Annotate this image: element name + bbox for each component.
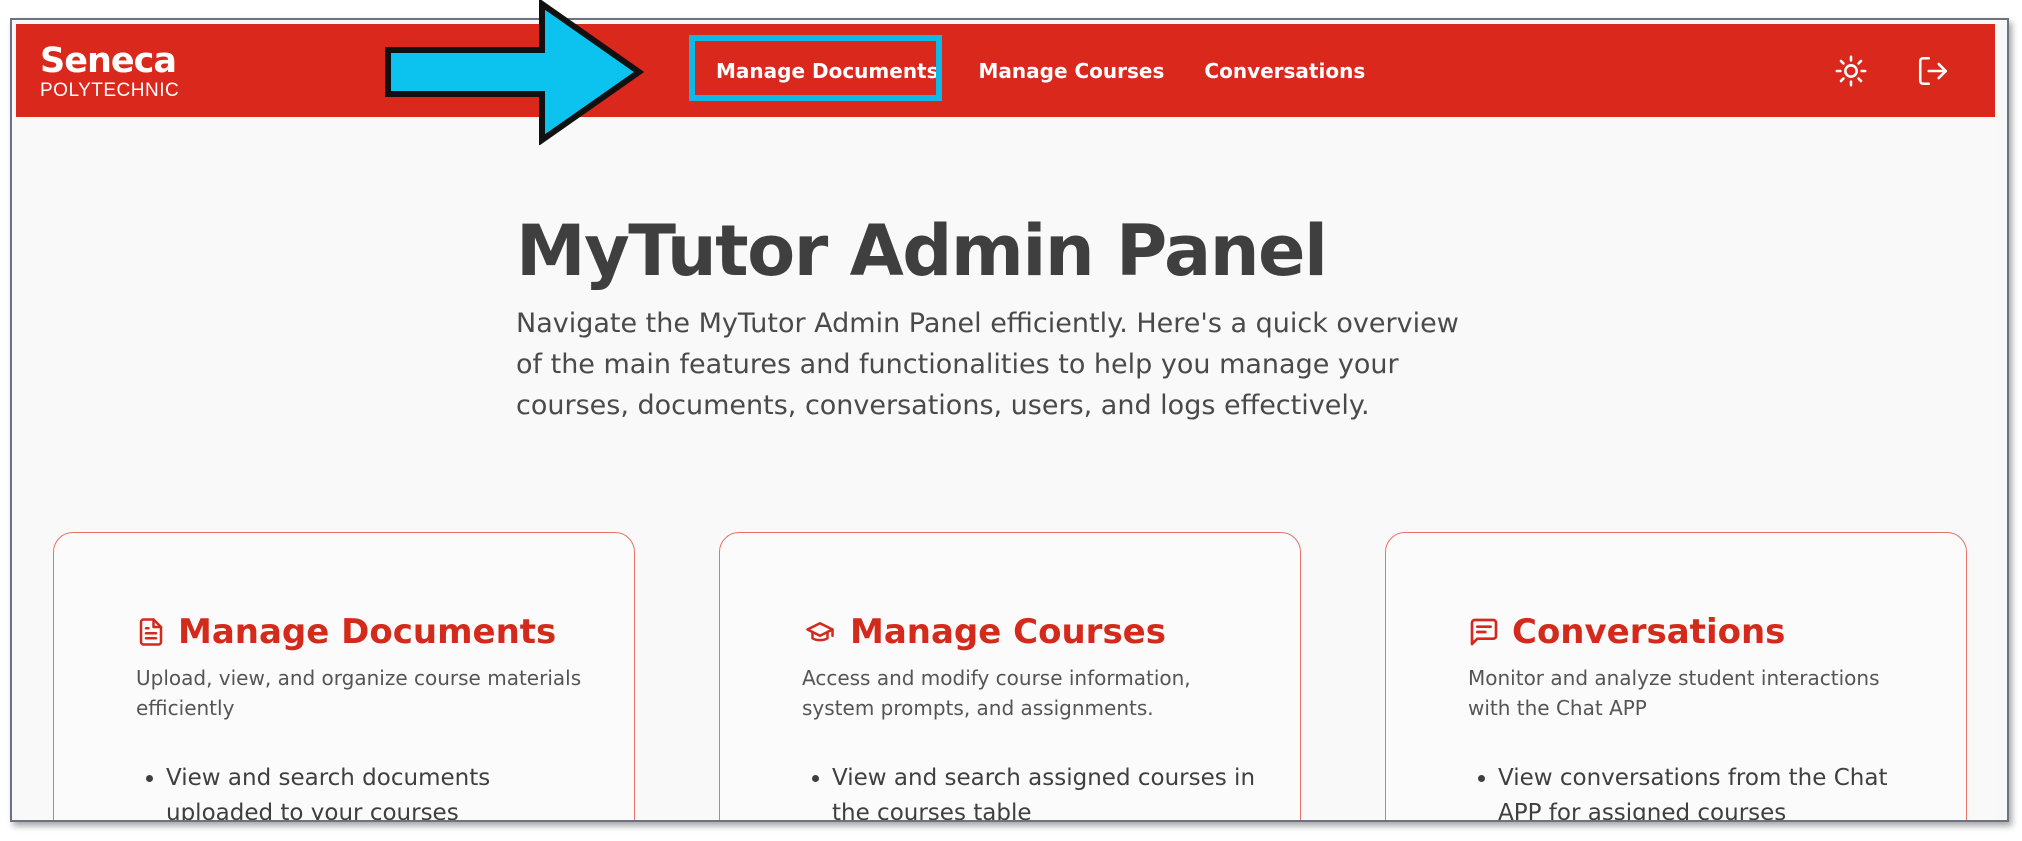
main-nav: Manage Documents Manage Courses Conversa… xyxy=(696,24,1385,117)
logo-sub-text: POLYTECHNIC xyxy=(40,80,180,101)
sun-icon xyxy=(1835,55,1867,86)
list-item: View and search assigned courses in the … xyxy=(832,761,1260,820)
card-title: Manage Documents xyxy=(136,615,594,649)
seneca-logo[interactable]: Seneca POLYTECHNIC xyxy=(40,41,180,101)
card-description: Monitor and analyze student interactions… xyxy=(1468,666,1880,720)
graduation-cap-icon xyxy=(806,622,834,642)
list-item: View conversations from the Chat APP for… xyxy=(1498,761,1926,820)
logo-main-text: Seneca xyxy=(40,41,177,81)
chat-icon xyxy=(1470,618,1498,646)
card-title: Conversations xyxy=(1468,615,1926,649)
card-manage-courses[interactable]: Manage Courses Access and modify course … xyxy=(719,532,1301,820)
list-item: View and search documents uploaded to yo… xyxy=(166,761,594,820)
pointer-arrow-annotation xyxy=(385,0,645,145)
page-description: Navigate the MyTutor Admin Panel efficie… xyxy=(516,308,1459,421)
card-feature-list: View and search documents uploaded to yo… xyxy=(136,761,594,820)
page-title: MyTutor Admin Panel xyxy=(516,210,1328,292)
app-window: Seneca POLYTECHNIC Manage Documents Mana… xyxy=(16,24,1995,820)
card-feature-list: View conversations from the Chat APP for… xyxy=(1468,761,1926,820)
card-conversations[interactable]: Conversations Monitor and analyze studen… xyxy=(1385,532,1967,820)
document-icon xyxy=(139,618,163,646)
card-title-text: Manage Courses xyxy=(850,612,1166,652)
hero-section: MyTutor Admin Panel Navigate the MyTutor… xyxy=(516,209,1516,426)
card-description: Upload, view, and organize course materi… xyxy=(136,666,582,720)
nav-manage-courses[interactable]: Manage Courses xyxy=(959,24,1185,117)
card-title-text: Manage Documents xyxy=(178,612,557,652)
logout-button[interactable] xyxy=(1913,51,1953,91)
card-title: Manage Courses xyxy=(802,615,1260,649)
card-manage-documents[interactable]: Manage Documents Upload, view, and organ… xyxy=(53,532,635,820)
card-description: Access and modify course information, sy… xyxy=(802,666,1191,720)
theme-toggle-button[interactable] xyxy=(1831,51,1871,91)
top-navbar: Seneca POLYTECHNIC Manage Documents Mana… xyxy=(16,24,1995,117)
nav-conversations[interactable]: Conversations xyxy=(1184,24,1385,117)
logout-icon xyxy=(1918,56,1948,85)
card-title-text: Conversations xyxy=(1512,612,1786,652)
header-actions xyxy=(1831,24,1995,117)
nav-manage-documents[interactable]: Manage Documents xyxy=(696,24,959,117)
card-feature-list: View and search assigned courses in the … xyxy=(802,761,1260,820)
screenshot-frame: Seneca POLYTECHNIC Manage Documents Mana… xyxy=(10,18,2009,822)
